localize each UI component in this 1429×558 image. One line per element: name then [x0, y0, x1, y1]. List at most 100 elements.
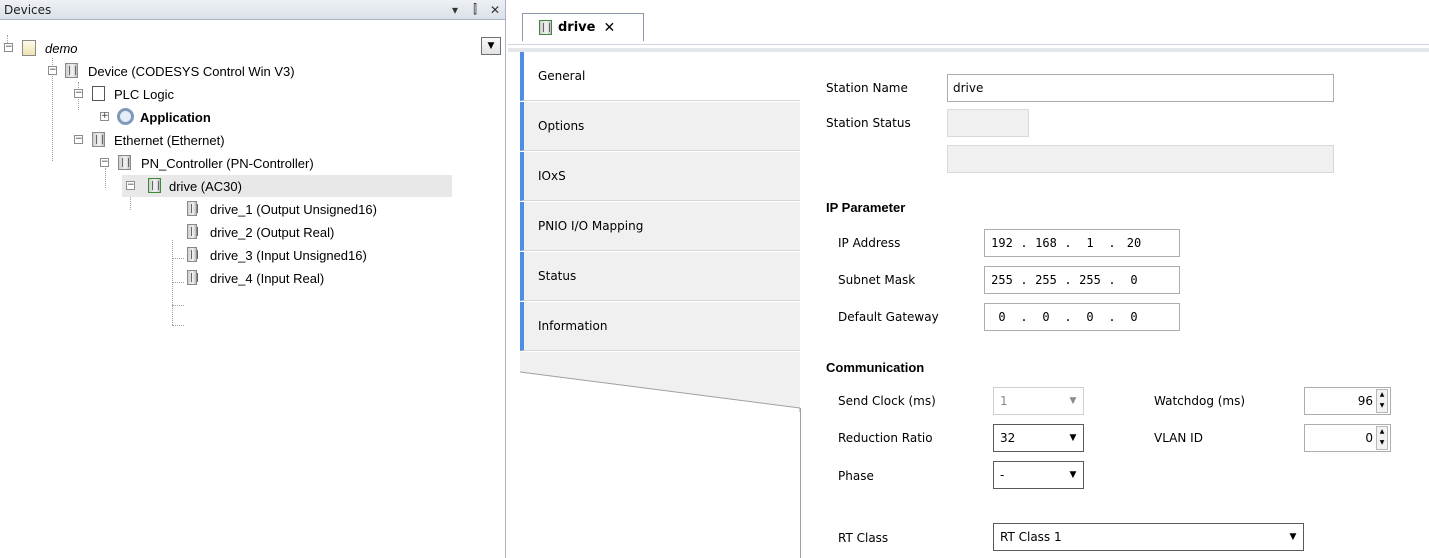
tree-dropdown-button[interactable]: ▼: [481, 37, 501, 55]
ip-octet: 0: [1042, 310, 1050, 324]
station-name-label: Station Name: [826, 81, 908, 95]
project-icon: [22, 40, 36, 56]
collapse-icon[interactable]: −: [126, 181, 135, 190]
device-icon: [118, 155, 131, 170]
expand-icon[interactable]: +: [100, 112, 109, 121]
phase-value: -: [1000, 468, 1005, 482]
plc-logic-icon: [92, 86, 105, 101]
stepper-buttons[interactable]: ▲ ▼: [1376, 426, 1388, 450]
increment-icon[interactable]: ▲: [1377, 390, 1387, 401]
panel-menu-chevron-icon[interactable]: ▾: [445, 3, 465, 17]
collapse-icon[interactable]: −: [100, 158, 109, 167]
editor-tabstrip: drive ✕: [508, 0, 1429, 45]
increment-icon[interactable]: ▲: [1377, 427, 1387, 438]
tab-label: Information: [538, 319, 608, 333]
ip-octet: 168: [1035, 236, 1057, 250]
watchdog-value: 96: [1357, 394, 1373, 408]
tab-ioxs[interactable]: IOxS: [520, 152, 800, 201]
module-icon: [187, 224, 198, 239]
collapse-icon[interactable]: −: [74, 89, 83, 98]
device-icon: [92, 132, 105, 147]
reduction-ratio-select[interactable]: 32 ▼: [993, 424, 1084, 452]
tab-drive[interactable]: drive ✕: [522, 13, 644, 41]
station-name-field[interactable]: drive: [947, 74, 1334, 102]
devices-panel-header: Devices ▾ ⫿ ✕: [0, 0, 505, 20]
send-clock-value: 1: [1000, 394, 1008, 408]
chevron-down-icon: ▼: [1069, 433, 1077, 443]
reduction-ratio-value: 32: [1000, 431, 1016, 445]
tree-item-drive-2[interactable]: drive_2 (Output Real): [0, 221, 480, 243]
ip-octet: 255: [1079, 273, 1101, 287]
ip-address-label: IP Address: [838, 236, 901, 250]
tree-item-label: drive_1 (Output Unsigned16): [210, 201, 377, 217]
drive-device-icon: [148, 178, 161, 193]
tree-item-drive-4[interactable]: drive_4 (Input Real): [0, 267, 480, 289]
tab-options[interactable]: Options: [520, 102, 800, 151]
default-gateway-label: Default Gateway: [838, 310, 939, 324]
subnet-mask-field[interactable]: 255. 255. 255. 0: [984, 266, 1180, 294]
tab-label: IOxS: [538, 169, 566, 183]
rt-class-select[interactable]: RT Class 1 ▼: [993, 523, 1304, 551]
decrement-icon[interactable]: ▼: [1377, 438, 1387, 449]
ip-octet: 0: [1130, 310, 1138, 324]
send-clock-label: Send Clock (ms): [838, 394, 936, 408]
collapse-icon[interactable]: −: [48, 66, 57, 75]
stepper-buttons[interactable]: ▲ ▼: [1376, 389, 1388, 413]
vlan-id-label: VLAN ID: [1154, 431, 1203, 445]
tree-item-demo[interactable]: − demo: [0, 37, 480, 59]
vlan-id-stepper[interactable]: 0 ▲ ▼: [1304, 424, 1391, 452]
tree-item-ethernet[interactable]: − Ethernet (Ethernet): [0, 129, 480, 151]
tree-item-label: Ethernet (Ethernet): [114, 132, 225, 148]
tree-item-application[interactable]: + Application: [0, 106, 480, 128]
gear-icon: [117, 108, 134, 125]
ip-octet: 1: [1086, 236, 1094, 250]
tree-connector: [172, 325, 184, 326]
rt-class-value: RT Class 1: [1000, 530, 1062, 544]
phase-label: Phase: [838, 469, 874, 483]
devices-panel: Devices ▾ ⫿ ✕ − demo ▼ − Device (CODESYS…: [0, 0, 506, 558]
device-icon: [65, 63, 78, 78]
tab-label: Options: [538, 119, 585, 133]
ip-octet: 255: [991, 273, 1013, 287]
tab-status[interactable]: Status: [520, 252, 800, 301]
watchdog-stepper[interactable]: 96 ▲ ▼: [1304, 387, 1391, 415]
tree-item-label: PN_Controller (PN-Controller): [141, 155, 314, 171]
send-clock-select[interactable]: 1 ▼: [993, 387, 1084, 415]
module-icon: [187, 201, 198, 216]
ip-parameter-heading: IP Parameter: [826, 200, 906, 215]
pin-icon[interactable]: ⫿: [465, 2, 485, 17]
tree-item-label: drive_3 (Input Unsigned16): [210, 247, 367, 263]
close-panel-icon[interactable]: ✕: [485, 3, 505, 17]
tree-item-label: drive_2 (Output Real): [210, 224, 335, 240]
watchdog-label: Watchdog (ms): [1154, 394, 1246, 408]
rt-class-label: RT Class: [838, 531, 889, 545]
tree-item-label: drive_4 (Input Real): [210, 270, 325, 286]
chevron-down-icon: ▼: [1069, 470, 1077, 480]
chevron-down-icon: ▼: [1289, 532, 1297, 542]
tree-item-label: PLC Logic: [114, 86, 174, 102]
ip-octet: 20: [1126, 236, 1142, 250]
chevron-down-icon: ▼: [1069, 396, 1077, 406]
tab-general[interactable]: General: [520, 52, 800, 101]
tree-item-label: drive (AC30): [169, 178, 242, 194]
tab-label: drive: [558, 20, 596, 35]
collapse-icon[interactable]: −: [4, 43, 13, 52]
reduction-ratio-label: Reduction Ratio: [838, 431, 933, 445]
close-tab-icon[interactable]: ✕: [603, 20, 615, 36]
ip-address-field[interactable]: 192. 168. 1. 20: [984, 229, 1180, 257]
tree-item-plc-logic[interactable]: − PLC Logic: [0, 83, 480, 105]
tree-item-label: demo: [45, 40, 78, 56]
tree-item-device[interactable]: − Device (CODESYS Control Win V3): [0, 60, 480, 82]
default-gateway-field[interactable]: 0. 0. 0. 0: [984, 303, 1180, 331]
subnet-mask-label: Subnet Mask: [838, 273, 916, 287]
tree-item-drive[interactable]: − drive (AC30): [122, 175, 452, 197]
tab-pnio-io-mapping[interactable]: PNIO I/O Mapping: [520, 202, 800, 251]
tree-item-drive-1[interactable]: drive_1 (Output Unsigned16): [0, 198, 480, 220]
tab-information[interactable]: Information: [520, 302, 800, 351]
collapse-icon[interactable]: −: [74, 135, 83, 144]
tree-item-drive-3[interactable]: drive_3 (Input Unsigned16): [0, 244, 480, 266]
communication-heading: Communication: [826, 360, 925, 375]
phase-select[interactable]: - ▼: [993, 461, 1084, 489]
decrement-icon[interactable]: ▼: [1377, 401, 1387, 412]
tree-item-pn-controller[interactable]: − PN_Controller (PN-Controller): [0, 152, 480, 174]
